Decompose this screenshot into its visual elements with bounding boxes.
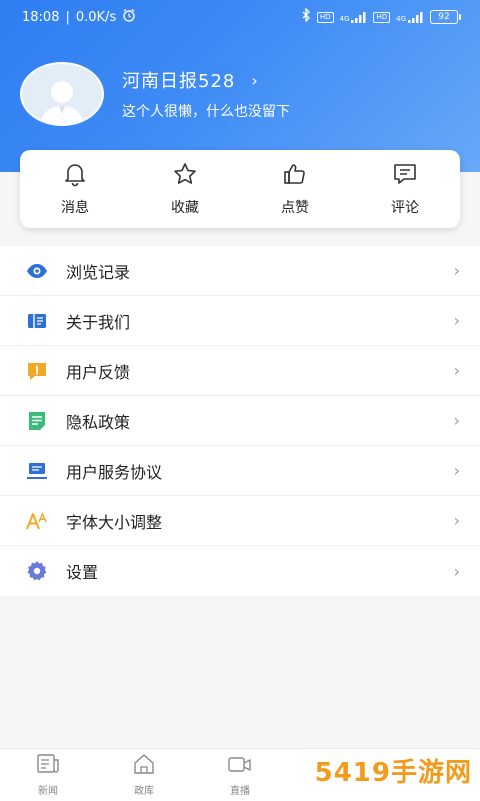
menu-label: 用户反馈: [66, 362, 131, 382]
feedback-icon: [26, 360, 48, 382]
menu-item-privacy[interactable]: 隐私政策 ›: [0, 396, 480, 446]
action-comments[interactable]: 评论: [365, 161, 445, 217]
menu-item-feedback[interactable]: 用户反馈 ›: [0, 346, 480, 396]
menu-label: 用户服务协议: [66, 462, 163, 482]
nav-label: 政库: [134, 786, 154, 797]
menu-item-font-size[interactable]: 字体大小调整 ›: [0, 496, 480, 546]
status-speed: 0.0K/s: [75, 9, 117, 25]
settings-menu: 浏览记录 › 关于我们 › 用户反馈 › 隐私政策 › 用户服务协议 › 字体大…: [0, 246, 480, 596]
gear-icon: [26, 560, 48, 582]
action-label: 点赞: [281, 200, 309, 216]
home-icon: [132, 753, 156, 779]
action-card: 消息 收藏 点赞 评论: [20, 150, 460, 228]
menu-label: 隐私政策: [66, 412, 131, 432]
chevron-right-icon: ›: [453, 511, 460, 530]
eye-icon: [26, 260, 48, 282]
menu-label: 浏览记录: [66, 262, 131, 282]
action-label: 消息: [61, 200, 89, 216]
menu-item-history[interactable]: 浏览记录 ›: [0, 246, 480, 296]
action-likes[interactable]: 点赞: [255, 161, 335, 217]
chevron-right-icon: ›: [453, 361, 460, 380]
action-favorites[interactable]: 收藏: [145, 161, 225, 217]
laptop-icon: [26, 460, 48, 482]
live-icon: [227, 753, 253, 779]
nav-label: 直播: [230, 786, 250, 797]
chevron-right-icon: ›: [453, 311, 460, 330]
signal-2: 4G: [396, 11, 424, 23]
news-icon: [36, 753, 60, 779]
username-text: 河南日报528: [122, 71, 236, 92]
nav-policy[interactable]: 政库: [96, 753, 192, 797]
menu-label: 设置: [66, 563, 99, 582]
bluetooth-icon: [301, 7, 311, 26]
menu-item-settings[interactable]: 设置 ›: [0, 546, 480, 596]
nav-news[interactable]: 新闻: [0, 753, 96, 797]
battery-icon: 92: [430, 10, 461, 24]
nav-live[interactable]: 直播: [192, 753, 288, 797]
comment-icon: [392, 161, 418, 191]
font-size-icon: [26, 510, 48, 532]
action-label: 收藏: [171, 200, 199, 216]
chevron-right-icon: ›: [453, 561, 460, 581]
hd-badge-2: HD: [373, 11, 391, 23]
book-icon: [26, 310, 48, 332]
action-messages[interactable]: 消息: [35, 161, 115, 217]
signal-1: 4G: [340, 11, 368, 23]
profile-header[interactable]: 河南日报528 › 这个人很懒，什么也没留下: [20, 62, 290, 126]
star-icon: [172, 161, 198, 191]
menu-label: 字体大小调整: [66, 512, 163, 532]
document-icon: [26, 410, 48, 432]
status-time: 18:08: [22, 9, 60, 25]
action-label: 评论: [391, 200, 419, 216]
status-bar: 18:08 | 0.0K/s HD 4G HD 4G 92: [0, 0, 480, 34]
bell-icon: [62, 161, 88, 191]
chevron-right-icon: ›: [453, 461, 460, 480]
watermark: 5419手游网: [314, 758, 472, 788]
profile-bio: 这个人很懒，什么也没留下: [122, 104, 290, 120]
menu-item-service-agreement[interactable]: 用户服务协议 ›: [0, 446, 480, 496]
chevron-right-icon: ›: [251, 70, 259, 90]
chevron-right-icon: ›: [453, 411, 460, 430]
alarm-icon: [122, 8, 136, 26]
thumbs-up-icon: [282, 161, 308, 191]
hd-badge: HD: [316, 11, 334, 23]
nav-label: 新闻: [38, 786, 58, 797]
avatar[interactable]: [20, 62, 104, 126]
menu-item-about[interactable]: 关于我们 ›: [0, 296, 480, 346]
profile-username[interactable]: 河南日报528 ›: [122, 67, 290, 93]
menu-label: 关于我们: [66, 312, 131, 332]
chevron-right-icon: ›: [453, 261, 460, 280]
